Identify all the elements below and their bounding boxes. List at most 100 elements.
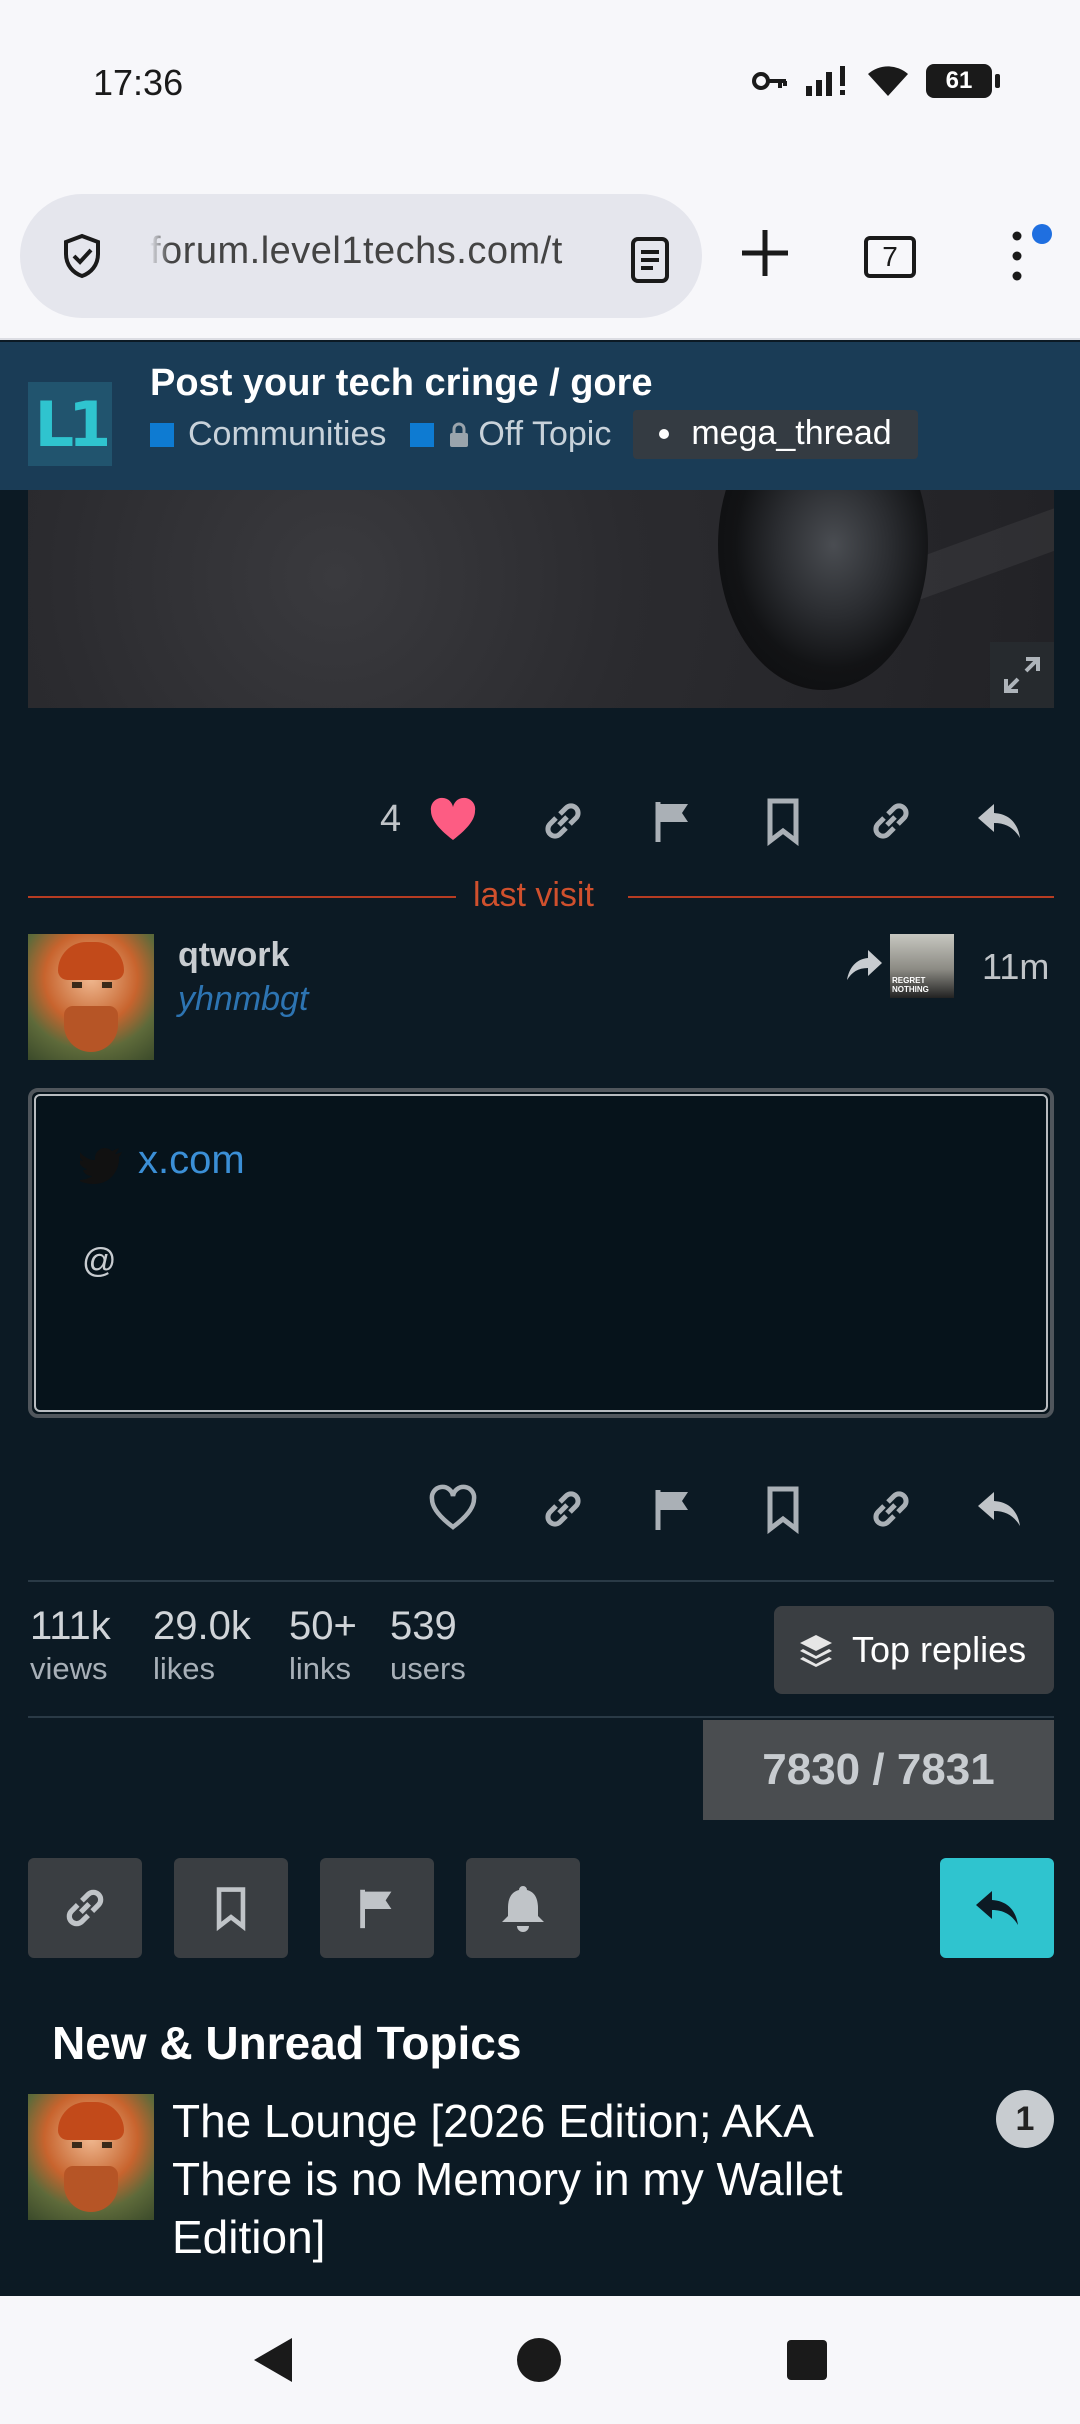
divider-line-left [28,896,456,898]
share-link-icon[interactable] [866,796,916,846]
avatar-hair [58,2102,124,2140]
post-progress-indicator[interactable]: 7830 / 7831 [703,1720,1054,1820]
twitter-bird-icon [80,1148,122,1184]
lock-icon [450,422,469,447]
stat-number: 29.0k [153,1604,251,1648]
suggested-topic-link[interactable]: The Lounge [2026 Edition; AKA There is n… [172,2092,852,2266]
post-actions-2 [0,1468,1080,1548]
site-logo[interactable]: L1 [28,382,112,466]
reply-to-avatar[interactable]: REGRET NOTHING [890,934,954,998]
link-icon[interactable] [538,796,588,846]
reader-mode-icon[interactable] [630,236,670,284]
heart-filled-icon[interactable] [428,796,478,846]
tag-dot [659,428,670,439]
reply-icon [976,1891,1018,1925]
last-visit-label: last visit [473,876,594,914]
notifications-button[interactable] [466,1858,580,1958]
stat-label: users [390,1651,466,1686]
wifi-icon [868,66,908,96]
reply-icon[interactable] [974,796,1024,846]
avatar-beard [64,1006,118,1052]
bookmark-icon [216,1887,246,1932]
signal-icon [806,66,845,96]
stat-links[interactable]: 50+ links [289,1604,357,1687]
top-replies-label: Top replies [852,1629,1027,1670]
avatar-beard [64,2166,118,2212]
subcategory-link[interactable]: Off Topic [478,415,611,454]
vpn-key-icon [752,72,787,90]
reply-avatar-caption: REGRET NOTHING [892,976,929,994]
heart-outline-icon[interactable] [428,1484,478,1534]
update-badge [1032,224,1052,244]
stat-number: 50+ [289,1604,357,1648]
url-text[interactable]: forum.level1techs.com/t [150,230,600,273]
stat-number: 539 [390,1604,457,1648]
browser-toolbar: forum.level1techs.com/t [0,170,1080,340]
flag-topic-button[interactable] [320,1858,434,1958]
bookmark-topic-button[interactable] [174,1858,288,1958]
link-icon [66,1889,104,1927]
home-icon[interactable] [511,2332,567,2388]
tag-chip[interactable]: mega_thread [633,410,918,459]
reply-to-arrow-icon[interactable] [844,944,884,984]
recents-icon[interactable] [779,2332,835,2388]
link-icon[interactable] [538,1484,588,1534]
like-count[interactable]: 4 [380,798,401,841]
layers-icon [800,1635,832,1667]
reply-icon[interactable] [974,1484,1024,1534]
post-image[interactable] [28,490,1054,708]
bookmark-icon[interactable] [758,796,808,846]
expand-image-button[interactable] [990,642,1054,708]
more-menu-icon[interactable] [1002,226,1032,286]
topic-title[interactable]: Post your tech cringe / gore [150,362,653,405]
stat-label: likes [153,1651,216,1686]
new-tab-icon[interactable] [738,226,792,280]
unread-count-badge[interactable]: 1 [996,2090,1054,2148]
stat-views: 111k views [30,1604,111,1687]
post-username[interactable]: qtwork [178,936,289,975]
wheel-shape [718,490,928,690]
divider-line-right [628,896,1054,898]
category-link[interactable]: Communities [188,415,386,454]
link-onebox[interactable]: x.com @ [28,1088,1054,1418]
flag-icon[interactable] [648,796,698,846]
reply-topic-button[interactable] [940,1858,1054,1958]
tab-switcher-button[interactable]: 7 [864,236,916,278]
onebox-source-link[interactable]: x.com [138,1138,245,1183]
avatar[interactable] [28,934,154,1060]
onebox-text: @ [82,1242,117,1280]
stats-divider-top [28,1580,1054,1582]
avatar-eyes [72,2142,112,2148]
battery-icon: 61 [926,64,1000,98]
user-title: yhnmbgt [178,980,309,1018]
address-bar[interactable]: forum.level1techs.com/t [20,194,702,318]
stat-users[interactable]: 539 users [390,1604,466,1687]
avatar-hair [58,942,124,980]
flag-icon [360,1889,392,1929]
stats-divider-bottom [28,1716,1054,1718]
status-time: 17:36 [93,62,184,103]
share-topic-button[interactable] [28,1858,142,1958]
shield-check-icon[interactable] [58,232,106,280]
back-icon[interactable] [246,2332,302,2388]
status-icons: 61 [752,64,1000,98]
post-actions: 4 [0,780,1080,860]
stat-likes: 29.0k likes [153,1604,251,1687]
breadcrumb: Communities Off Topic mega_thread [150,410,918,459]
bookmark-icon[interactable] [758,1484,808,1534]
share-link-icon[interactable] [866,1484,916,1534]
expand-icon [1004,657,1040,693]
subcategory-color-square [410,422,435,447]
category-color-square [150,422,174,447]
tag-label: mega_thread [691,414,892,452]
status-bar: 17:36 61 [0,0,1080,170]
topic-header: L1 Post your tech cringe / gore Communit… [0,342,1080,490]
top-replies-button[interactable]: Top replies [774,1606,1054,1694]
post-time[interactable]: 11m [982,946,1049,988]
new-unread-heading: New & Unread Topics [52,2017,522,2069]
flag-icon[interactable] [648,1484,698,1534]
avatar-eyes [72,982,112,988]
bell-icon [502,1886,544,1932]
system-nav-bar [0,2296,1080,2424]
topic-avatar[interactable] [28,2094,154,2220]
